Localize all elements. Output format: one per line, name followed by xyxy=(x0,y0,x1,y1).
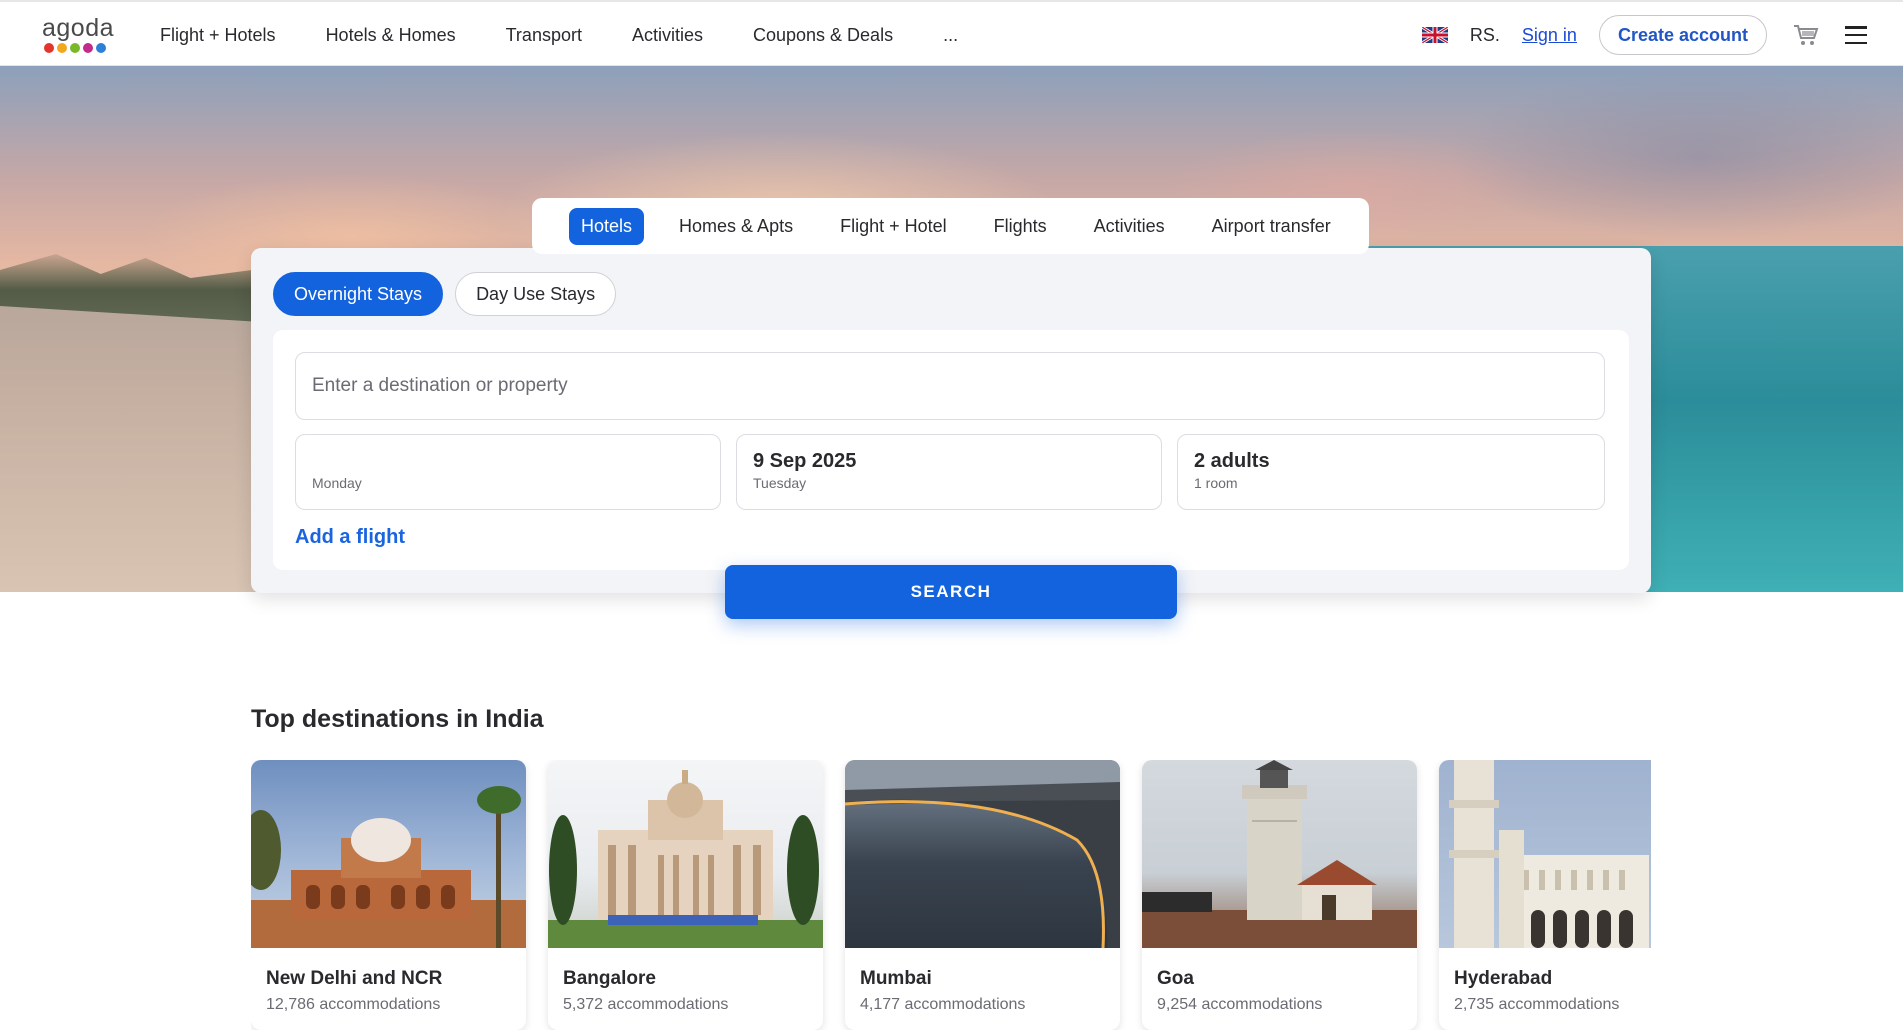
tab-flight-hotel[interactable]: Flight + Hotel xyxy=(828,208,959,245)
checkin-date-field[interactable]: Monday xyxy=(295,434,721,510)
checkout-date-field[interactable]: 9 Sep 2025 Tuesday xyxy=(736,434,1162,510)
destination-card-goa[interactable]: Goa 9,254 accommodations xyxy=(1142,760,1417,1030)
room-count: 1 room xyxy=(1194,475,1238,491)
destination-card-hyderabad[interactable]: Hyderabad 2,735 accommodations xyxy=(1439,760,1651,1030)
search-panel: Overnight Stays Day Use Stays Monday 9 S… xyxy=(251,248,1651,593)
stay-type-toggle: Overnight Stays Day Use Stays xyxy=(273,272,617,316)
nav-coupons-deals[interactable]: Coupons & Deals xyxy=(753,25,893,46)
day-use-stays-button[interactable]: Day Use Stays xyxy=(455,272,617,316)
bangalore-image xyxy=(548,760,823,948)
tab-flights[interactable]: Flights xyxy=(982,208,1059,245)
logo-dot xyxy=(57,43,67,53)
accommodation-count: 9,254 accommodations xyxy=(1157,996,1323,1013)
new-delhi-image xyxy=(251,760,526,948)
add-flight-link[interactable]: Add a flight xyxy=(295,526,405,549)
logo-dot xyxy=(44,43,54,53)
accommodation-count: 4,177 accommodations xyxy=(860,996,1026,1013)
accommodation-count: 2,735 accommodations xyxy=(1454,996,1620,1013)
sign-in-link[interactable]: Sign in xyxy=(1522,25,1577,46)
menu-line xyxy=(1845,41,1867,44)
overnight-stays-button[interactable]: Overnight Stays xyxy=(273,272,444,316)
destination-cards: New Delhi and NCR 12,786 accommodations xyxy=(251,760,1651,1030)
logo-dot xyxy=(70,43,80,53)
tab-hotels[interactable]: Hotels xyxy=(569,207,645,245)
checkout-date: 9 Sep 2025 xyxy=(753,450,857,472)
nav-transport[interactable]: Transport xyxy=(506,25,582,46)
destination-name: Bangalore xyxy=(563,968,656,989)
search-vertical-tabs: Hotels Homes & Apts Flight + Hotel Fligh… xyxy=(532,198,1369,254)
uk-flag-icon[interactable] xyxy=(1421,27,1448,43)
tab-homes-apts[interactable]: Homes & Apts xyxy=(667,208,805,245)
destination-input[interactable] xyxy=(295,352,1605,420)
logo-dot xyxy=(83,43,93,53)
guest-count: 2 adults xyxy=(1194,450,1270,472)
destination-name: Mumbai xyxy=(860,968,932,989)
checkout-day: Tuesday xyxy=(753,475,807,491)
menu-line xyxy=(1845,26,1867,29)
destination-name: Goa xyxy=(1157,968,1194,989)
checkin-day: Monday xyxy=(312,475,362,491)
logo-text: agoda xyxy=(42,14,115,42)
nav-more[interactable]: ... xyxy=(943,25,958,46)
search-button[interactable]: SEARCH xyxy=(725,565,1177,619)
nav-flight-hotels[interactable]: Flight + Hotels xyxy=(160,25,276,46)
search-form: Monday 9 Sep 2025 Tuesday 2 adults 1 roo… xyxy=(273,330,1629,570)
nav-hotels-homes[interactable]: Hotels & Homes xyxy=(326,25,456,46)
occupancy-field[interactable]: 2 adults 1 room xyxy=(1177,434,1605,510)
destination-card-new-delhi[interactable]: New Delhi and NCR 12,786 accommodations xyxy=(251,760,526,1030)
cart-icon[interactable] xyxy=(1793,23,1819,47)
goa-image xyxy=(1142,760,1417,948)
agoda-logo[interactable]: agoda xyxy=(42,15,122,59)
destination-name: Hyderabad xyxy=(1454,968,1553,989)
currency-selector[interactable]: RS. xyxy=(1470,25,1500,46)
destination-card-bangalore[interactable]: Bangalore 5,372 accommodations xyxy=(548,760,823,1030)
logo-dots xyxy=(44,43,122,53)
destination-card-mumbai[interactable]: Mumbai 4,177 accommodations xyxy=(845,760,1120,1030)
top-header: agoda Flight + Hotels Hotels & Homes Tra… xyxy=(0,0,1903,66)
tab-airport-transfer[interactable]: Airport transfer xyxy=(1200,208,1343,245)
header-actions: RS. Sign in Create account xyxy=(1421,2,1903,68)
nav-activities[interactable]: Activities xyxy=(632,25,703,46)
main-nav: Flight + Hotels Hotels & Homes Transport… xyxy=(145,2,983,68)
hamburger-menu-icon[interactable] xyxy=(1845,26,1867,44)
menu-line xyxy=(1845,33,1867,37)
destination-name: New Delhi and NCR xyxy=(266,968,443,989)
top-destinations-title: Top destinations in India xyxy=(251,705,544,733)
accommodation-count: 5,372 accommodations xyxy=(563,996,729,1013)
tab-activities[interactable]: Activities xyxy=(1082,208,1177,245)
mumbai-image xyxy=(845,760,1120,948)
logo-dot xyxy=(96,43,106,53)
hyderabad-image xyxy=(1439,760,1651,948)
accommodation-count: 12,786 accommodations xyxy=(266,996,441,1013)
create-account-button[interactable]: Create account xyxy=(1598,15,1767,55)
